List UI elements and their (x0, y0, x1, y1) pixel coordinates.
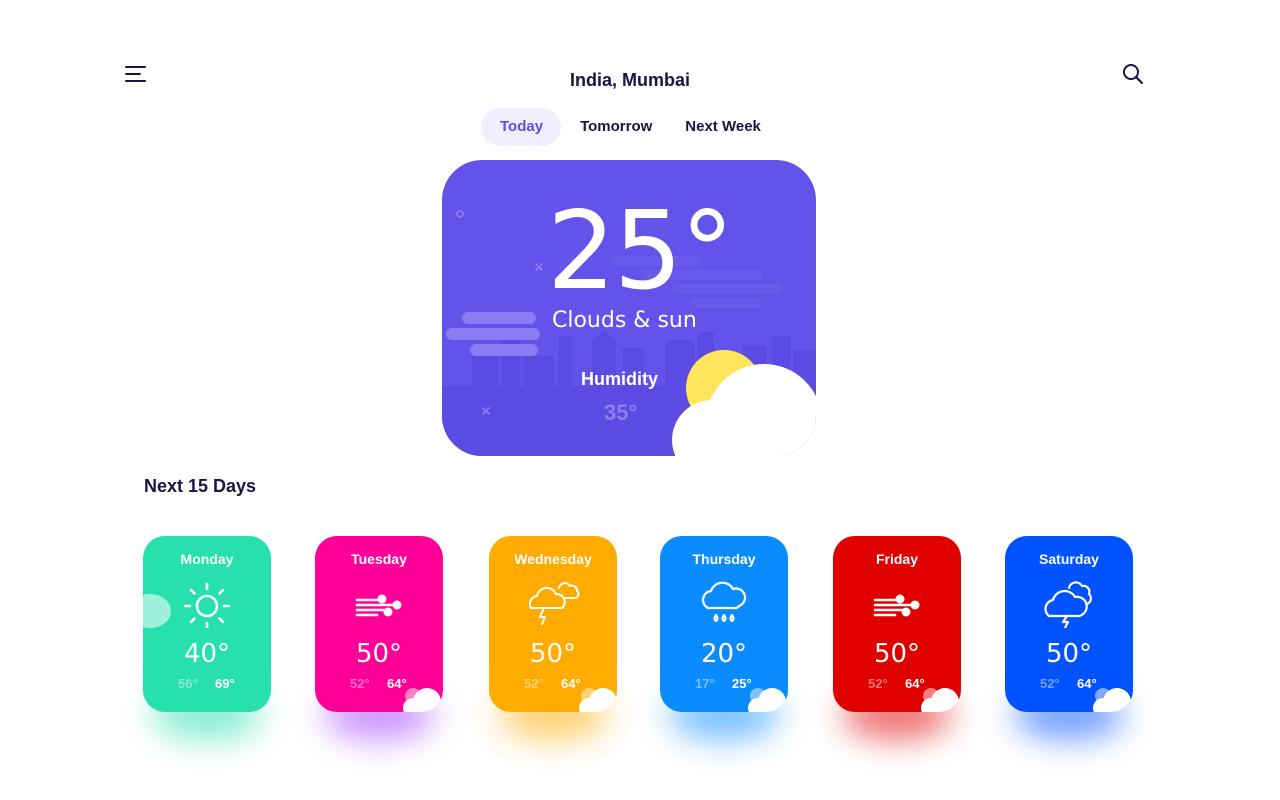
cloud-icon (1093, 688, 1133, 712)
day-name: Friday (875, 551, 918, 567)
humidity-label: Humidity (581, 369, 659, 389)
day-temperature: 50° (873, 639, 921, 669)
day-name: Saturday (1039, 551, 1099, 567)
thunder-cloud-icon (1044, 581, 1092, 628)
menu-icon-line-1 (125, 66, 146, 68)
rain-cloud-icon (701, 581, 747, 623)
wind-icon (873, 594, 920, 617)
day-name: Monday (180, 551, 234, 567)
current-temperature: 25° (547, 189, 734, 314)
day-card-tuesday[interactable]: Tuesday 50° 52° 64° (315, 536, 443, 712)
sun-icon (183, 582, 231, 628)
cloud-icon (921, 688, 961, 712)
search-button[interactable] (1121, 62, 1145, 86)
day-temperature: 20° (700, 639, 748, 669)
high-temperature: 69° (215, 676, 235, 691)
day-card-wednesday[interactable]: Wednesday 50° 52° 64° (489, 536, 617, 712)
low-temperature: 17° (695, 676, 715, 691)
wind-icon (355, 594, 402, 617)
low-temperature: 56° (178, 676, 198, 691)
cloud-icon (748, 688, 788, 712)
forecast-title: Next 15 Days (144, 476, 257, 496)
current-condition: Clouds & sun (552, 308, 697, 333)
cloud-icon (403, 688, 443, 712)
tab-next-week[interactable]: Next Week (671, 108, 775, 146)
storm-cloud-icon (528, 582, 580, 625)
humidity-value: 35° (604, 400, 638, 425)
current-weather-card: 25° Clouds & sun Humidity 35° (442, 160, 816, 456)
period-tabs: Today Tomorrow Next Week (481, 108, 775, 146)
day-name: Wednesday (514, 551, 592, 567)
day-temperature: 40° (183, 639, 231, 669)
day-name: Tuesday (351, 551, 407, 567)
cloud-icon (579, 688, 617, 712)
day-name: Thursday (692, 551, 756, 567)
low-temperature: 52° (868, 676, 888, 691)
day-card-monday[interactable]: Monday 40° 56° 69° (143, 536, 271, 712)
low-temperature: 52° (1040, 676, 1060, 691)
location-title: India, Mumbai (569, 70, 690, 90)
day-temperature: 50° (529, 639, 577, 669)
low-temperature: 52° (524, 676, 544, 691)
day-card-thursday[interactable]: Thursday 20° 17° 25° (660, 536, 788, 712)
decor-blob (143, 594, 171, 628)
low-temperature: 52° (350, 676, 370, 691)
day-card-saturday[interactable]: Saturday 50° 52° 64° (1005, 536, 1133, 712)
day-card-friday[interactable]: Friday 50° 52° 64° (833, 536, 961, 712)
day-temperature: 50° (1045, 639, 1093, 669)
search-icon (1123, 64, 1144, 85)
day-temperature: 50° (355, 639, 403, 669)
tab-today[interactable]: Today (481, 108, 562, 146)
tab-tomorrow[interactable]: Tomorrow (561, 108, 671, 146)
